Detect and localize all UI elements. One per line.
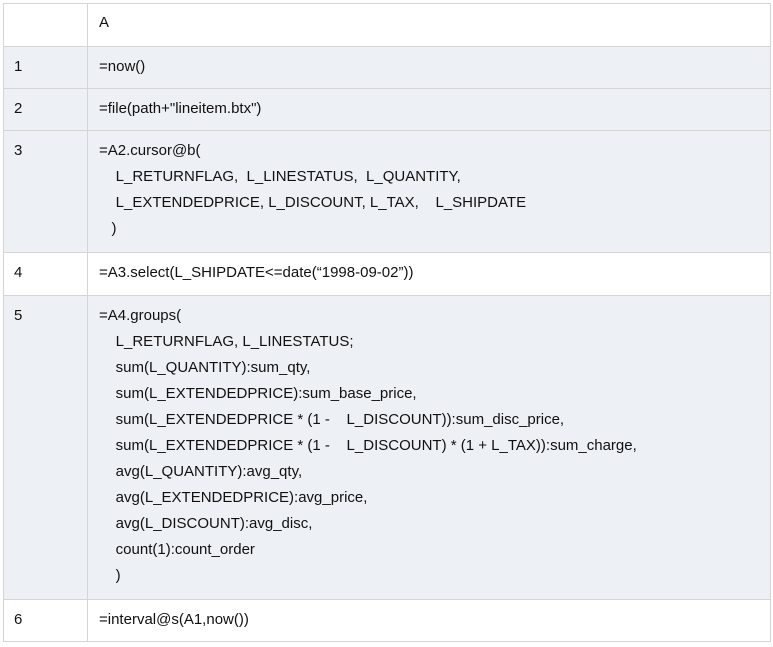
code-line: =A4.groups(	[99, 307, 182, 324]
code-line: sum(L_QUANTITY):sum_qty,	[99, 359, 311, 376]
code-cell-a5[interactable]: =A4.groups( L_RETURNFLAG, L_LINESTATUS; …	[87, 295, 771, 600]
code-cell-a6[interactable]: =interval@s(A1,now())	[87, 599, 771, 642]
code-line: avg(L_DISCOUNT):avg_disc,	[99, 515, 313, 532]
code-line: =now()	[99, 58, 146, 75]
code-line: =interval@s(A1,now())	[99, 611, 249, 628]
grid-row-4: 4 =A3.select(L_SHIPDATE<=date(“1998-09-0…	[3, 252, 771, 296]
row-number: 3	[14, 142, 23, 159]
code-line: avg(L_EXTENDEDPRICE):avg_price,	[99, 489, 368, 506]
column-header-label: A	[99, 14, 110, 31]
grid-row-2: 2 =file(path+"lineitem.btx")	[3, 88, 771, 131]
code-line: sum(L_EXTENDEDPRICE * (1 - L_DISCOUNT) *…	[99, 437, 637, 454]
row-number-cell[interactable]: 5	[3, 295, 88, 600]
code-cell-a1[interactable]: =now()	[87, 46, 771, 89]
code-line: )	[99, 567, 121, 584]
grid-row-5: 5 =A4.groups( L_RETURNFLAG, L_LINESTATUS…	[3, 295, 771, 600]
code-line: =A3.select(L_SHIPDATE<=date(“1998-09-02”…	[99, 264, 414, 281]
code-cell-a3[interactable]: =A2.cursor@b( L_RETURNFLAG, L_LINESTATUS…	[87, 130, 771, 253]
row-number-cell[interactable]: 4	[3, 252, 88, 296]
column-header-a[interactable]: A	[87, 3, 771, 47]
code-line: =file(path+"lineitem.btx")	[99, 100, 262, 117]
grid-row-3: 3 =A2.cursor@b( L_RETURNFLAG, L_LINESTAT…	[3, 130, 771, 253]
row-number: 4	[14, 264, 23, 281]
code-line: sum(L_EXTENDEDPRICE * (1 - L_DISCOUNT)):…	[99, 411, 565, 428]
grid-row-6: 6 =interval@s(A1,now())	[3, 599, 771, 642]
code-line: avg(L_QUANTITY):avg_qty,	[99, 463, 303, 480]
code-line: count(1):count_order	[99, 541, 255, 558]
grid-row-1: 1 =now()	[3, 46, 771, 89]
code-line: L_RETURNFLAG, L_LINESTATUS;	[99, 333, 354, 350]
code-grid: A 1 =now() 2 =file(path+"lineitem.btx") …	[3, 3, 771, 642]
header-row: A	[3, 3, 771, 47]
code-cell-a2[interactable]: =file(path+"lineitem.btx")	[87, 88, 771, 131]
row-number: 1	[14, 58, 23, 75]
row-number: 2	[14, 100, 23, 117]
code-line: =A2.cursor@b(	[99, 142, 201, 159]
code-line: L_EXTENDEDPRICE, L_DISCOUNT, L_TAX, L_SH…	[99, 194, 527, 211]
row-number-cell[interactable]: 3	[3, 130, 88, 253]
row-number-cell[interactable]: 6	[3, 599, 88, 642]
code-line: sum(L_EXTENDEDPRICE):sum_base_price,	[99, 385, 417, 402]
code-cell-a4[interactable]: =A3.select(L_SHIPDATE<=date(“1998-09-02”…	[87, 252, 771, 296]
row-number: 5	[14, 307, 23, 324]
code-line: L_RETURNFLAG, L_LINESTATUS, L_QUANTITY,	[99, 168, 461, 185]
row-number-cell[interactable]: 1	[3, 46, 88, 89]
row-number-cell[interactable]: 2	[3, 88, 88, 131]
row-number: 6	[14, 611, 23, 628]
code-line: )	[99, 220, 117, 237]
corner-cell[interactable]	[3, 3, 88, 47]
